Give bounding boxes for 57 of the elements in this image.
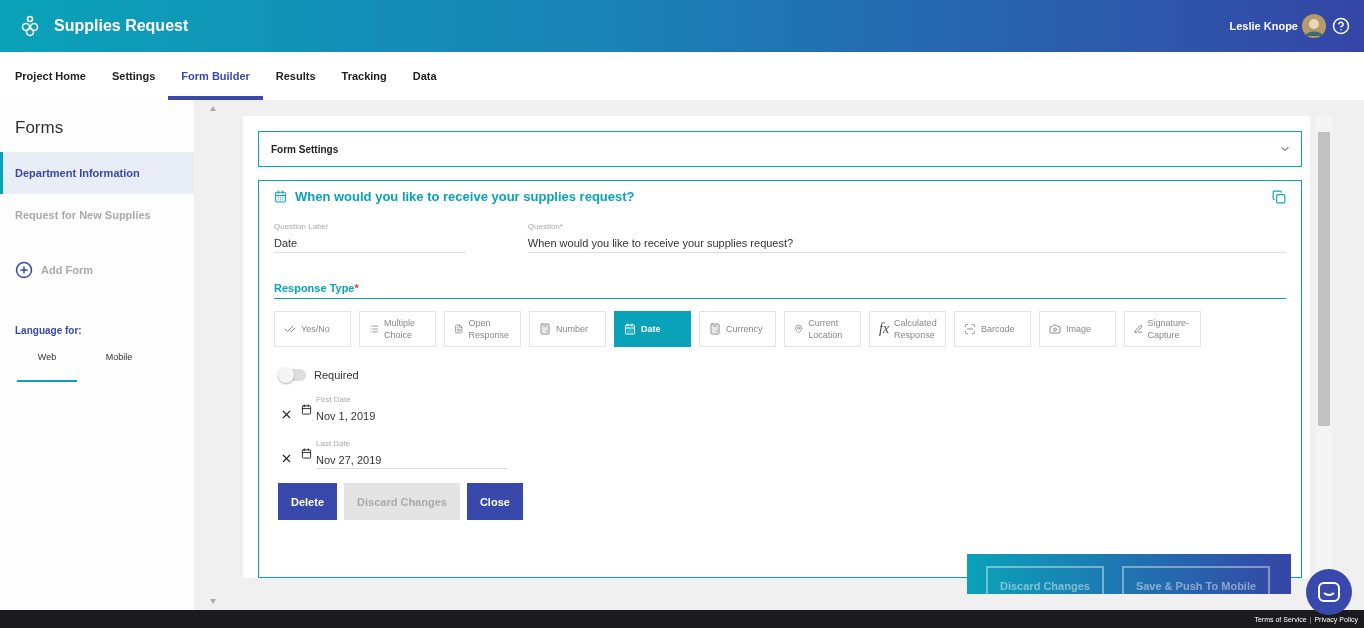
nav-tab[interactable]: Data [399, 52, 450, 100]
scrollbar-thumb[interactable] [1318, 132, 1330, 426]
calculator-icon [709, 323, 721, 335]
sidebar-title: Forms [14, 117, 65, 139]
response-type-button[interactable]: Current Location [784, 311, 861, 347]
question-label-field[interactable]: Question Label Date [274, 222, 466, 253]
required-toggle[interactable] [278, 369, 306, 381]
scan-icon [964, 323, 976, 335]
calculator-icon [539, 323, 551, 335]
list-icon [369, 323, 379, 335]
response-type-button[interactable]: Image [1039, 311, 1116, 347]
calendar-icon[interactable] [301, 448, 312, 459]
user-name[interactable]: Leslie Knope [1229, 20, 1298, 32]
response-type-button[interactable]: Multiple Choice [359, 311, 436, 347]
calendar-icon [274, 190, 287, 203]
camera-icon [1049, 323, 1061, 335]
add-icon[interactable] [15, 261, 33, 279]
avatar[interactable] [1302, 14, 1326, 38]
form-item[interactable]: Department Information [0, 152, 194, 194]
document-icon [454, 323, 464, 335]
date-field[interactable]: Last Date Nov 27, 2019 [316, 439, 508, 469]
response-type-button[interactable]: Currency [699, 311, 776, 347]
response-type-button[interactable]: Barcode [954, 311, 1031, 347]
form-settings-label: Form Settings [271, 143, 339, 155]
clear-icon[interactable] [280, 452, 293, 465]
nav-tab[interactable]: Project Home [2, 52, 99, 100]
nav-tab[interactable]: Settings [98, 52, 169, 100]
clear-icon[interactable] [280, 408, 293, 421]
fx-icon: fx [879, 323, 890, 335]
help-icon[interactable] [1332, 17, 1350, 35]
form-button[interactable]: Close [466, 483, 523, 520]
language-tab[interactable]: Web [17, 352, 77, 382]
form-settings-bar[interactable]: Form Settings [258, 131, 1302, 167]
response-type-button[interactable]: Signature-Capture [1124, 311, 1201, 347]
pen-icon [1134, 323, 1143, 335]
check-icon [284, 323, 296, 335]
response-type-button[interactable]: Number [529, 311, 606, 347]
question-title: When would you like to receive your supplies request? [295, 189, 636, 204]
date-field[interactable]: First Date Nov 1, 2019 [316, 395, 508, 425]
form-button[interactable]: Delete [278, 483, 338, 520]
map-pin-icon [794, 323, 804, 335]
logo-icon [20, 15, 40, 37]
nav-tab[interactable]: Results [262, 52, 329, 100]
language-tab[interactable]: Mobile [89, 352, 149, 382]
chat-button[interactable] [1306, 569, 1352, 615]
language-label: Language for: [14, 324, 83, 336]
response-type-button[interactable]: Yes/No [274, 311, 351, 347]
nav-tab[interactable]: Tracking [328, 52, 400, 100]
response-type-button[interactable]: Open Response [444, 311, 521, 347]
calendar-icon[interactable] [301, 404, 312, 415]
app-title: Supplies Request [54, 17, 190, 35]
question-field[interactable]: Question* When would you like to receive your supplies request? [527, 222, 1286, 253]
chat-bubble-icon[interactable] [1318, 582, 1340, 602]
response-type-label: Response Type* [274, 281, 359, 296]
copy-icon[interactable] [1272, 189, 1286, 204]
calendar-icon [624, 323, 636, 335]
required-label: Required [314, 369, 359, 381]
